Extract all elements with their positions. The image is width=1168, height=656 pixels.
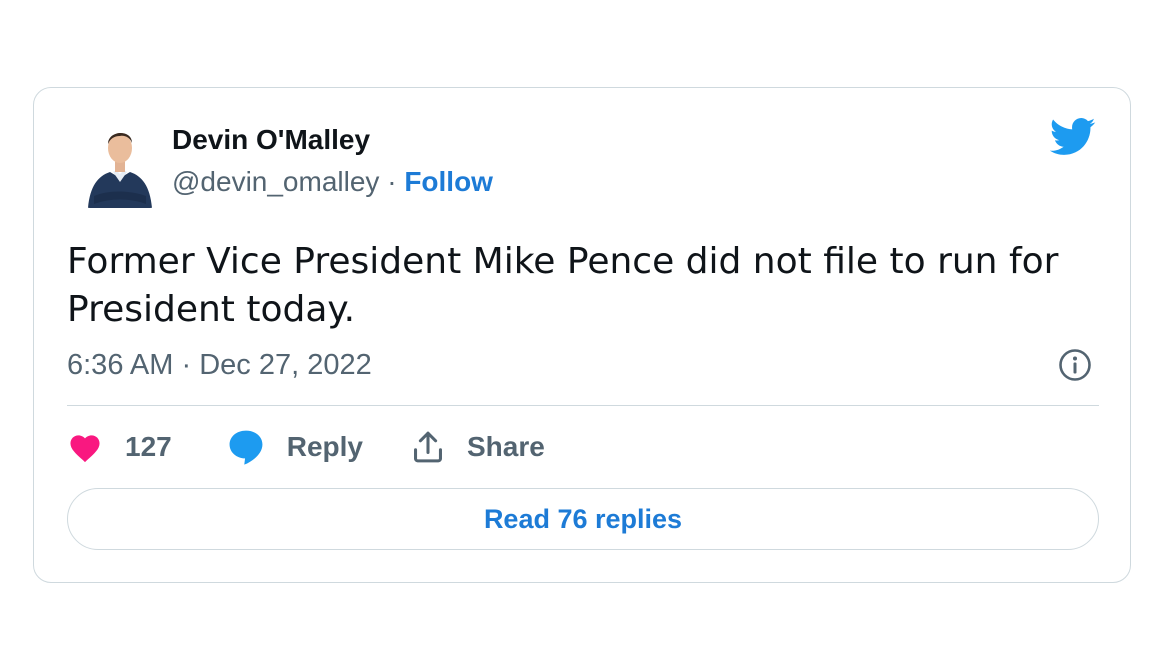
reply-label: Reply [286,431,363,462]
follow-button[interactable]: Follow [404,166,493,197]
share-button[interactable]: Share [411,429,545,465]
info-icon[interactable] [1058,348,1092,382]
tweet-actions: 127 Reply Share [67,426,545,468]
share-label: Share [466,431,545,462]
tweet-time: 6:36 AM [67,349,174,381]
tweet-text: Former Vice President Mike Pence did not… [67,241,1059,330]
speech-bubble-icon [227,429,265,465]
timestamp-separator: · [181,349,192,381]
share-upload-icon [411,429,445,465]
twitter-bird-icon[interactable] [1049,117,1096,157]
author-handle-row: @devin_omalley · Follow [172,166,493,198]
like-button[interactable]: 127 [67,431,227,463]
divider [67,405,1099,406]
author-display-name[interactable]: Devin O'Malley [172,124,370,156]
author-handle[interactable]: @devin_omalley [172,166,379,197]
handle-separator: · [387,166,397,197]
heart-icon [67,431,103,463]
tweet-timestamp[interactable]: 6:36 AM · Dec 27, 2022 [67,349,372,382]
embedded-tweet-card: Devin O'Malley @devin_omalley · Follow F… [33,87,1131,583]
like-count: 127 [125,431,172,462]
tweet-date: Dec 27, 2022 [199,349,372,381]
avatar-portrait-image [84,116,156,208]
avatar[interactable] [84,116,156,208]
read-replies-button[interactable]: Read 76 replies [67,488,1099,550]
reply-button[interactable]: Reply [227,429,411,465]
